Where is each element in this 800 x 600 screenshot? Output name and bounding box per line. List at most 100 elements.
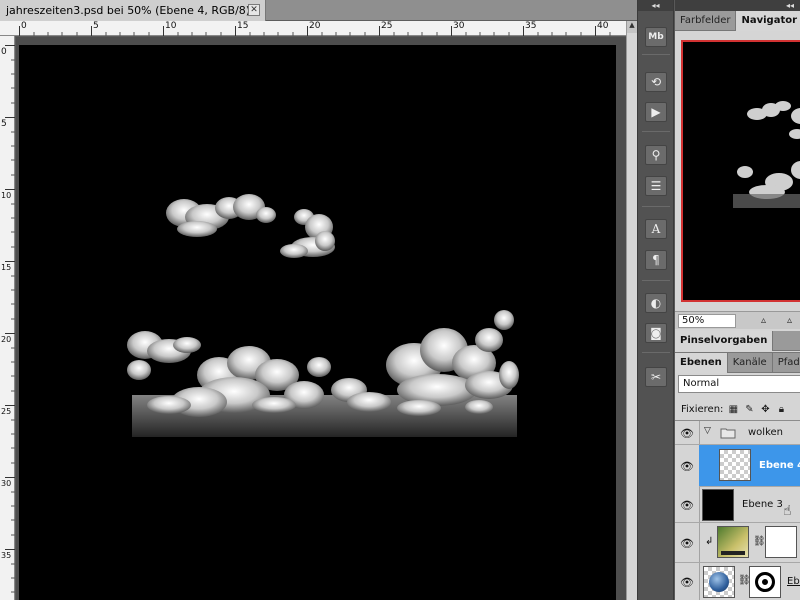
eye-icon[interactable]: 👁︎ <box>679 498 695 512</box>
brush-tab-row: Pinselvorgaben <box>675 331 800 351</box>
collapsed-panel-dock: ◂◂ Mb ⟲ ▶ ⚲ ☰ A ¶ ◐ ◙ ✂ <box>637 0 674 600</box>
layer-group-row[interactable]: 👁︎ ▽ wolken <box>675 421 800 445</box>
lock-transparency-icon[interactable]: ▦ <box>727 403 739 415</box>
ruler-label: 5 <box>1 119 7 129</box>
cloud-image <box>127 194 519 437</box>
mini-bridge-icon[interactable]: Mb <box>645 27 667 47</box>
lock-row: Fixieren: ▦ ✎ ✥ 🔒︎ <box>675 400 800 418</box>
lock-all-icon[interactable]: 🔒︎ <box>775 403 787 415</box>
document-tab[interactable]: jahreszeiten3.psd bei 50% (Ebene 4, RGB/… <box>0 0 266 21</box>
lock-label: Fixieren: <box>681 403 724 415</box>
layers-controls: Normal Fixieren: ▦ ✎ ✥ 🔒︎ <box>675 373 800 420</box>
gradient-map-icon[interactable] <box>717 526 749 558</box>
ruler-label: 25 <box>1 407 12 416</box>
navigator-preview[interactable] <box>681 40 800 302</box>
chevron-down-icon[interactable]: ▽ <box>704 426 711 436</box>
gradient-bar <box>721 551 745 555</box>
document-canvas[interactable] <box>19 45 616 600</box>
layers-list: 👁︎ ▽ wolken 👁︎ Ebene 4 👁︎ Ebene 3 ☝ 👁︎ ↲… <box>675 420 800 600</box>
adjustments-icon[interactable]: ◐ <box>645 293 667 313</box>
navigator-tab-row: Farbfelder Navigator <box>675 11 800 31</box>
ruler-label: 40 <box>597 21 609 31</box>
vertical-scrollbar[interactable]: ▲ <box>626 21 637 600</box>
layer-name[interactable]: Ebene 3 <box>742 499 783 510</box>
scroll-up-icon[interactable]: ▲ <box>627 21 637 33</box>
link-icon[interactable]: ⛓ <box>753 536 766 547</box>
layer-row-selected[interactable]: 👁︎ Ebene 4 <box>675 445 800 487</box>
actions-icon[interactable]: ▶ <box>645 102 667 122</box>
ruler-label: 0 <box>21 21 27 31</box>
ruler-label: 25 <box>381 21 393 31</box>
navigator-zoom-bar: 50% ▵ ▵ <box>675 311 800 329</box>
zoom-input[interactable]: 50% <box>678 314 736 328</box>
dock-separator <box>642 131 670 132</box>
horizontal-ruler[interactable]: 0 5 10 15 20 25 30 35 40 <box>0 21 626 36</box>
zoom-out-icon[interactable]: ▵ <box>761 315 766 326</box>
history-icon[interactable]: ⟲ <box>645 72 667 92</box>
panel-dock: ◂◂ Farbfelder Navigator 50% ▵ ▵ Pinselvo… <box>675 0 800 600</box>
column-divider <box>699 421 700 444</box>
dock-separator <box>642 280 670 281</box>
clone-source-icon[interactable]: ⚲ <box>645 145 667 165</box>
eye-icon[interactable]: 👁︎ <box>679 575 695 589</box>
dock-separator <box>642 206 670 207</box>
character-icon[interactable]: A <box>645 219 667 239</box>
tab-ebenen[interactable]: Ebenen <box>675 353 728 373</box>
masks-icon[interactable]: ◙ <box>645 323 667 343</box>
dock-separator <box>642 54 670 55</box>
layers-tab-row: Ebenen Kanäle Pfade <box>675 353 800 373</box>
layer-name[interactable]: Ebe <box>787 576 800 587</box>
mask-thumbnail[interactable] <box>765 526 797 558</box>
close-icon[interactable]: ✕ <box>248 4 260 16</box>
lock-position-icon[interactable]: ✥ <box>759 403 771 415</box>
adjustment-layer-row[interactable]: 👁︎ ↲ ⛓ <box>675 523 800 563</box>
dock-separator <box>642 352 670 353</box>
eye-icon[interactable]: 👁︎ <box>675 445 699 487</box>
lock-pixels-icon[interactable]: ✎ <box>743 403 755 415</box>
layer-thumbnail[interactable] <box>702 489 734 521</box>
document-tab-bar: jahreszeiten3.psd bei 50% (Ebene 4, RGB/… <box>0 0 637 21</box>
tab-farbfelder[interactable]: Farbfelder <box>675 11 737 31</box>
ring-mask-icon <box>755 572 775 592</box>
ruler-label: 20 <box>309 21 321 31</box>
column-divider <box>699 487 700 522</box>
tab-pinselvorgaben[interactable]: Pinselvorgaben <box>675 331 774 351</box>
ruler-label: 5 <box>93 21 99 31</box>
collapse-dock-icon[interactable]: ◂◂ <box>638 0 673 11</box>
layer-name[interactable]: wolken <box>748 427 783 438</box>
navigator-panel <box>675 32 800 310</box>
ruler-label: 15 <box>1 263 12 272</box>
column-divider <box>699 563 700 600</box>
tab-pfade[interactable]: Pfade <box>773 353 800 373</box>
navigator-thumbnail <box>733 101 800 208</box>
layer-thumbnail[interactable] <box>703 566 735 598</box>
eye-icon[interactable]: 👁︎ <box>679 426 695 440</box>
layer-row[interactable]: 👁︎ Ebene 3 ☝ <box>675 487 800 523</box>
ruler-label: 15 <box>237 21 249 31</box>
expand-dock-icon[interactable]: ◂◂ <box>675 0 800 11</box>
ruler-label: 20 <box>1 335 12 344</box>
column-divider <box>699 523 700 562</box>
blend-mode-select[interactable]: Normal <box>678 375 800 393</box>
ruler-label: 10 <box>165 21 177 31</box>
zoom-in-icon[interactable]: ▵ <box>787 315 792 326</box>
document-tab-title: jahreszeiten3.psd bei 50% (Ebene 4, RGB/… <box>6 4 260 17</box>
layer-thumbnail[interactable] <box>719 449 751 481</box>
canvas-area[interactable] <box>16 37 626 600</box>
tab-navigator[interactable]: Navigator <box>736 11 800 31</box>
layer-row[interactable]: 👁︎ ⛓ Ebe <box>675 563 800 600</box>
ruler-label: 10 <box>1 191 12 200</box>
paragraph-icon[interactable]: ¶ <box>645 250 667 270</box>
vertical-ruler[interactable]: 0 5 10 15 20 25 30 35 <box>0 36 15 600</box>
eye-icon[interactable]: 👁︎ <box>679 536 695 550</box>
earth-icon <box>709 572 729 592</box>
photoshop-window: jahreszeiten3.psd bei 50% (Ebene 4, RGB/… <box>0 0 800 600</box>
mask-thumbnail[interactable] <box>749 566 781 598</box>
ruler-label: 35 <box>525 21 537 31</box>
tools-icon[interactable]: ✂ <box>645 367 667 387</box>
ruler-label: 30 <box>1 479 12 488</box>
ruler-label: 30 <box>453 21 465 31</box>
layer-name[interactable]: Ebene 4 <box>759 460 800 471</box>
tool-presets-icon[interactable]: ☰ <box>645 176 667 196</box>
tab-kanaele[interactable]: Kanäle <box>728 353 773 373</box>
